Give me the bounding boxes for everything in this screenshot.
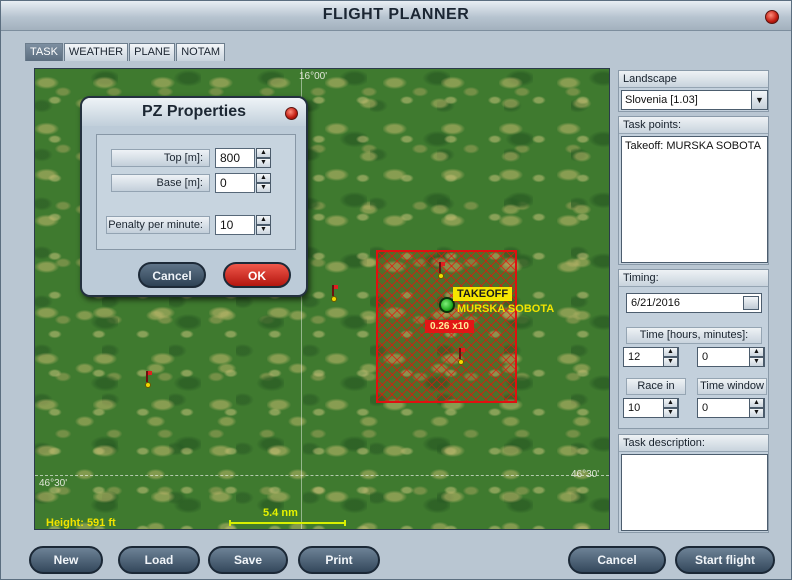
longitude-label: 16°00' <box>299 71 328 82</box>
task-points-header: Task points: <box>619 117 768 134</box>
task-point-marker[interactable] <box>331 285 338 303</box>
title-bar[interactable]: FLIGHT PLANNER <box>1 1 791 31</box>
race-in-field[interactable]: 10 ▲ ▼ <box>623 398 679 418</box>
tab-task[interactable]: TASK <box>25 43 63 61</box>
task-point-marker[interactable] <box>145 371 152 389</box>
spin-down-icon[interactable]: ▼ <box>663 408 678 418</box>
base-stepper[interactable]: ▲ ▼ <box>256 173 271 193</box>
load-button[interactable]: Load <box>118 546 200 574</box>
spin-down-icon[interactable]: ▼ <box>663 357 678 367</box>
dialog-title[interactable]: PZ Properties <box>82 98 306 126</box>
race-in-stepper[interactable]: ▲ ▼ <box>663 398 678 418</box>
minutes-stepper[interactable]: ▲ ▼ <box>749 347 764 367</box>
date-field[interactable]: 6/21/2016 <box>626 293 762 313</box>
dialog-cancel-button[interactable]: Cancel <box>138 262 206 288</box>
pz-tag-label: 0.26 x10 <box>425 320 474 333</box>
spin-down-icon[interactable]: ▼ <box>749 408 764 418</box>
hours-field[interactable]: 12 ▲ ▼ <box>623 347 679 367</box>
time-window-field[interactable]: 0 ▲ ▼ <box>697 398 765 418</box>
tab-weather[interactable]: WEATHER <box>63 43 129 61</box>
date-value: 6/21/2016 <box>631 297 680 309</box>
pz-properties-dialog: PZ Properties Top [m]: 800 ▲ ▼ Base [m]: … <box>80 96 308 297</box>
airport-name-label: MURSKA SOBOTA <box>457 303 555 315</box>
minutes-value: 0 <box>702 351 709 363</box>
time-window-value: 0 <box>702 402 709 414</box>
chevron-down-icon[interactable]: ▼ <box>751 91 767 109</box>
spin-up-icon[interactable]: ▲ <box>663 398 678 408</box>
time-window-header: Time window <box>697 378 767 395</box>
timing-header: Timing: <box>619 270 768 287</box>
task-description-header: Task description: <box>619 435 768 452</box>
spin-down-icon[interactable]: ▼ <box>749 357 764 367</box>
task-description-panel: Task description: <box>618 434 769 533</box>
new-button[interactable]: New <box>29 546 103 574</box>
spin-down-icon[interactable]: ▼ <box>256 225 271 235</box>
hours-value: 12 <box>628 351 641 363</box>
task-points-panel: Task points: Takeoff: MURSKA SOBOTA <box>618 116 769 265</box>
tab-notam[interactable]: NOTAM <box>176 43 226 61</box>
landscape-header: Landscape <box>619 71 768 88</box>
cancel-button[interactable]: Cancel <box>568 546 666 574</box>
scale-bar <box>229 520 346 526</box>
height-readout: Height: 591 ft <box>46 517 116 529</box>
parallel-line <box>35 475 609 476</box>
list-item[interactable]: Takeoff: MURSKA SOBOTA <box>625 140 764 152</box>
landscape-panel: Landscape Slovenia [1.03] ▼ <box>618 70 769 112</box>
time-window-stepper[interactable]: ▲ ▼ <box>749 398 764 418</box>
latitude-label-right: 46°30' <box>571 469 600 480</box>
spin-up-icon[interactable]: ▲ <box>256 215 271 225</box>
task-description-field[interactable] <box>621 454 768 531</box>
spin-up-icon[interactable]: ▲ <box>749 398 764 408</box>
dialog-close-icon[interactable] <box>285 107 298 120</box>
base-row: Base [m]: 0 ▲ ▼ <box>111 173 271 193</box>
race-in-value: 10 <box>628 402 641 414</box>
penalty-input[interactable]: 10 <box>215 215 255 235</box>
timing-panel: Timing: 6/21/2016 Time [hours, minutes]:… <box>618 269 769 429</box>
top-row: Top [m]: 800 ▲ ▼ <box>111 148 271 168</box>
spin-up-icon[interactable]: ▲ <box>256 148 271 158</box>
latitude-label-left: 46°30' <box>39 478 68 489</box>
spin-up-icon[interactable]: ▲ <box>749 347 764 357</box>
flight-planner-window: FLIGHT PLANNER TASK WEATHER PLANE NOTAM … <box>0 0 792 580</box>
task-point-marker[interactable] <box>438 262 445 280</box>
top-label: Top [m]: <box>111 149 210 167</box>
spin-down-icon[interactable]: ▼ <box>256 158 271 168</box>
penalty-stepper[interactable]: ▲ ▼ <box>256 215 271 235</box>
top-input[interactable]: 800 <box>215 148 255 168</box>
time-header: Time [hours, minutes]: <box>626 327 762 344</box>
scale-label: 5.4 nm <box>263 507 298 519</box>
penalty-row: Penalty per minute: 10 ▲ ▼ <box>106 215 271 235</box>
spin-up-icon[interactable]: ▲ <box>256 173 271 183</box>
task-point-marker[interactable] <box>458 348 465 366</box>
base-label: Base [m]: <box>111 174 210 192</box>
takeoff-label: TAKEOFF <box>453 287 513 301</box>
print-button[interactable]: Print <box>298 546 380 574</box>
landscape-select[interactable]: Slovenia [1.03] ▼ <box>621 90 768 110</box>
calendar-icon[interactable] <box>743 296 759 310</box>
start-flight-button[interactable]: Start flight <box>675 546 775 574</box>
close-icon[interactable] <box>765 10 779 24</box>
minutes-field[interactable]: 0 ▲ ▼ <box>697 347 765 367</box>
base-input[interactable]: 0 <box>215 173 255 193</box>
penalty-label: Penalty per minute: <box>106 216 210 234</box>
landscape-value: Slovenia [1.03] <box>625 94 698 106</box>
tab-bar: TASK WEATHER PLANE NOTAM <box>25 43 226 61</box>
spin-down-icon[interactable]: ▼ <box>256 183 271 193</box>
race-in-header: Race in <box>626 378 686 395</box>
spin-up-icon[interactable]: ▲ <box>663 347 678 357</box>
save-button[interactable]: Save <box>208 546 288 574</box>
dialog-ok-button[interactable]: OK <box>223 262 291 288</box>
window-title: FLIGHT PLANNER <box>322 6 470 23</box>
hours-stepper[interactable]: ▲ ▼ <box>663 347 678 367</box>
top-stepper[interactable]: ▲ ▼ <box>256 148 271 168</box>
tab-plane[interactable]: PLANE <box>129 43 176 61</box>
task-points-list[interactable]: Takeoff: MURSKA SOBOTA <box>621 136 768 263</box>
